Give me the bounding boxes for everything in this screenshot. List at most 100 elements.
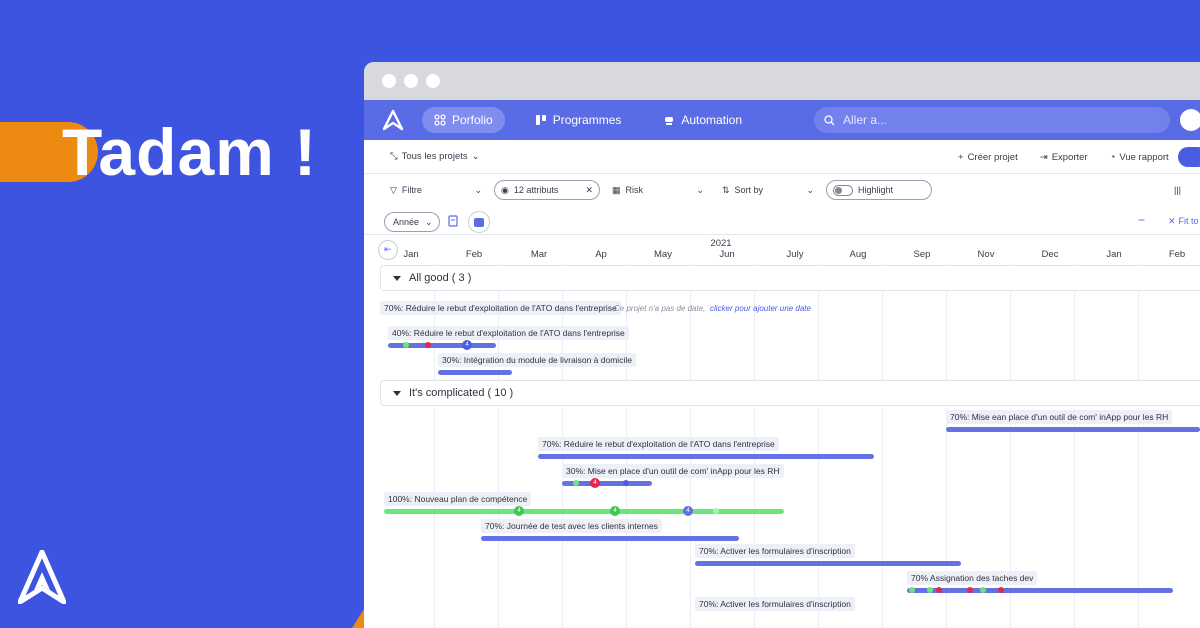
milestone-marker[interactable] bbox=[403, 342, 409, 348]
add-date-link[interactable]: clicker pour ajouter une date bbox=[710, 304, 811, 313]
timeline-header: ⇤ 2021 Jan Feb Mar Ap May Jun July Aug Sep Nov Dec… bbox=[364, 234, 1200, 264]
tab-portfolio[interactable]: Porfolio bbox=[422, 107, 505, 133]
task-label[interactable]: 70%: Activer les formulaires d'inscripti… bbox=[695, 544, 855, 558]
task-label[interactable]: 70%: Réduire le rebut d'exploitation de … bbox=[538, 437, 779, 451]
month-label: Aug bbox=[849, 249, 867, 260]
period-select[interactable]: Année ⌄ bbox=[384, 212, 440, 232]
milestone-marker[interactable] bbox=[909, 587, 915, 593]
task-bar[interactable] bbox=[384, 509, 784, 514]
toolbar-actions: + Créer projet ⇥ Exporter ◔ Vue rapport bbox=[958, 140, 1169, 174]
filter-bar: ▽ Filtre ⌄ ◉ 12 attributs ✕ ▦ Risk ⌄ ⇅ S… bbox=[364, 174, 1200, 206]
filter-label: Filtre bbox=[401, 185, 422, 195]
task-bar[interactable] bbox=[481, 536, 739, 541]
gridline bbox=[434, 264, 435, 628]
chevron-down-icon: ⌄ bbox=[474, 184, 482, 195]
export-button[interactable]: ⇥ Exporter bbox=[1040, 152, 1088, 163]
create-project-button[interactable]: + Créer projet bbox=[958, 152, 1018, 163]
filter-dropdown[interactable]: ▽ Filtre ⌄ bbox=[384, 180, 488, 200]
tab-programmes[interactable]: Programmes bbox=[523, 107, 634, 133]
milestone-marker[interactable] bbox=[623, 480, 629, 486]
tab-label: Programmes bbox=[552, 113, 622, 127]
milestone-marker[interactable] bbox=[967, 587, 973, 593]
window-dot[interactable] bbox=[382, 74, 396, 88]
window-dot[interactable] bbox=[426, 74, 440, 88]
month-label: Mar bbox=[530, 249, 548, 260]
risk-dropdown[interactable]: ▦ Risk ⌄ bbox=[606, 180, 710, 200]
milestone-marker[interactable] bbox=[573, 480, 579, 486]
app-logo-icon[interactable] bbox=[382, 109, 404, 131]
report-view-button[interactable]: ◔ Vue rapport bbox=[1110, 152, 1169, 163]
calendar-button[interactable] bbox=[468, 211, 490, 233]
task-bar[interactable] bbox=[438, 370, 512, 375]
tab-automation[interactable]: Automation bbox=[651, 107, 754, 133]
milestone-marker[interactable]: 4 bbox=[610, 506, 620, 516]
month-label: Feb bbox=[465, 249, 483, 260]
task-label[interactable]: 30%: Intégration du module de livraison … bbox=[438, 353, 636, 367]
all-projects-dropdown[interactable]: ⤡ Tous les projets ⌄ bbox=[390, 151, 480, 162]
task-bar[interactable] bbox=[946, 427, 1200, 432]
milestone-marker[interactable] bbox=[927, 587, 933, 593]
gantt-chart: ⇤ 2021 Jan Feb Mar Ap May Jun July Aug Sep Nov Dec… bbox=[364, 234, 1200, 628]
eye-icon: ◉ bbox=[501, 184, 509, 195]
group-header-all-good[interactable]: All good ( 3 ) bbox=[380, 265, 1200, 291]
search-input[interactable]: Aller a... bbox=[814, 107, 1170, 133]
milestone-marker[interactable]: 4 bbox=[462, 340, 472, 350]
task-label[interactable]: 40%: Réduire le rebut d'exploitation de … bbox=[388, 326, 629, 340]
caret-down-icon bbox=[393, 275, 401, 281]
expand-icon: ✕ bbox=[1168, 216, 1176, 226]
chevron-down-icon: ⌄ bbox=[425, 216, 433, 227]
play-button[interactable] bbox=[1178, 147, 1200, 167]
task-label[interactable]: 70%: Réduire le rebut d'exploitation de … bbox=[380, 301, 621, 315]
milestone-marker[interactable] bbox=[425, 342, 431, 348]
task-label[interactable]: 70%: Activer les formulaires d'inscripti… bbox=[695, 597, 855, 611]
task-label[interactable]: 30%: Mise en place d'un outil de com' in… bbox=[562, 464, 784, 478]
group-label: All good ( 3 ) bbox=[409, 272, 472, 284]
sort-label: Sort by bbox=[734, 185, 764, 195]
sort-icon: ⇅ bbox=[722, 184, 730, 195]
window-dot[interactable] bbox=[404, 74, 418, 88]
highlight-label: Highlight bbox=[858, 185, 894, 195]
plus-icon: + bbox=[958, 151, 964, 163]
close-icon[interactable]: ✕ bbox=[585, 185, 593, 196]
milestone-marker[interactable]: 4 bbox=[683, 506, 693, 516]
task-label[interactable]: 70%: Mise ean place d'un outil de com' i… bbox=[946, 410, 1173, 424]
columns-icon[interactable]: ||| bbox=[1168, 180, 1198, 200]
no-date-note: Ce projet n'a pas de date, bbox=[614, 304, 706, 313]
brand-logo-icon bbox=[18, 550, 66, 604]
sliders-icon bbox=[535, 115, 546, 125]
group-label: It's complicated ( 10 ) bbox=[409, 387, 514, 399]
document-icon[interactable] bbox=[448, 215, 458, 227]
export-label: Exporter bbox=[1051, 151, 1088, 163]
sort-dropdown[interactable]: ⇅ Sort by ⌄ bbox=[716, 180, 820, 200]
task-bar[interactable] bbox=[538, 454, 874, 459]
month-label: July bbox=[786, 249, 804, 260]
attributes-filter[interactable]: ◉ 12 attributs ✕ bbox=[494, 180, 600, 200]
milestone-marker[interactable] bbox=[998, 587, 1004, 593]
fit-label: Fit to bbox=[1178, 216, 1199, 226]
zoom-out-icon[interactable]: − bbox=[1138, 213, 1145, 227]
collapse-timeline-button[interactable]: ⇤ bbox=[378, 240, 398, 260]
month-label: Jan bbox=[403, 249, 419, 260]
task-label[interactable]: 100%: Nouveau plan de compétence bbox=[384, 492, 532, 506]
gridline bbox=[818, 264, 819, 628]
milestone-marker[interactable] bbox=[936, 587, 942, 593]
toggle-switch[interactable] bbox=[833, 184, 853, 196]
month-label: May bbox=[654, 249, 672, 260]
window-chrome bbox=[364, 62, 1200, 100]
task-bar[interactable] bbox=[695, 561, 961, 566]
all-projects-label: Tous les projets bbox=[401, 151, 468, 162]
group-header-complicated[interactable]: It's complicated ( 10 ) bbox=[380, 380, 1200, 406]
wand-icon: ⤡ bbox=[390, 151, 398, 162]
milestone-marker[interactable] bbox=[980, 587, 986, 593]
milestone-marker[interactable] bbox=[713, 508, 719, 514]
task-label[interactable]: 70%: Journée de test avec les clients in… bbox=[481, 519, 662, 533]
highlight-toggle[interactable]: Highlight bbox=[826, 180, 932, 200]
milestone-marker[interactable]: 4 bbox=[514, 506, 524, 516]
task-label[interactable]: 70% Assignation des taches dev bbox=[907, 571, 1038, 585]
milestone-marker[interactable]: 4 bbox=[590, 478, 600, 488]
chevron-down-icon: ⌄ bbox=[471, 151, 480, 162]
task-bar[interactable] bbox=[907, 588, 1173, 593]
fit-to-button[interactable]: ✕ Fit to bbox=[1168, 216, 1199, 227]
avatar[interactable] bbox=[1180, 109, 1200, 131]
search-placeholder: Aller a... bbox=[843, 113, 888, 127]
